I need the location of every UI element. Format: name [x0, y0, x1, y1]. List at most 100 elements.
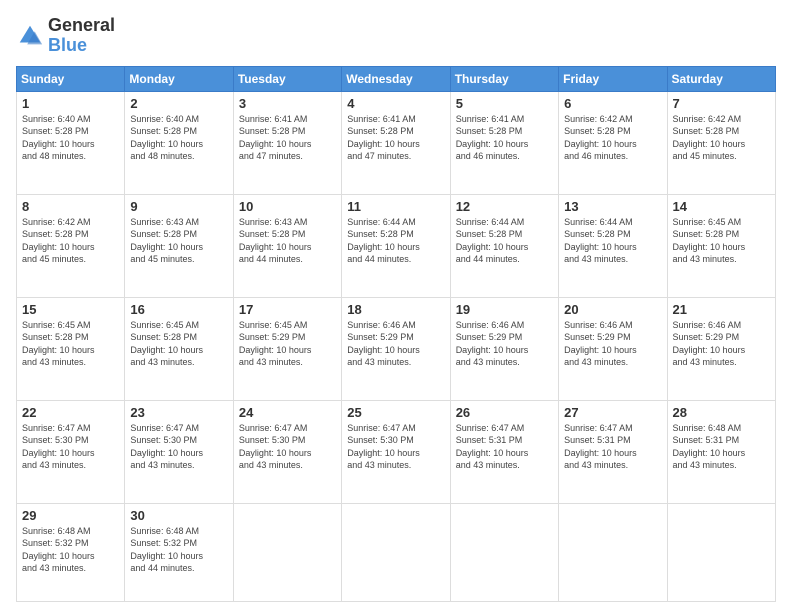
calendar-cell: 24 Sunrise: 6:47 AM Sunset: 5:30 PM Dayli…: [233, 400, 341, 503]
calendar-week-3: 15 Sunrise: 6:45 AM Sunset: 5:28 PM Dayli…: [17, 297, 776, 400]
day-number: 15: [22, 302, 119, 317]
calendar-table: SundayMondayTuesdayWednesdayThursdayFrid…: [16, 66, 776, 602]
calendar-header-friday: Friday: [559, 66, 667, 91]
day-info: Sunrise: 6:47 AM Sunset: 5:31 PM Dayligh…: [564, 422, 661, 472]
day-number: 20: [564, 302, 661, 317]
day-info: Sunrise: 6:47 AM Sunset: 5:31 PM Dayligh…: [456, 422, 553, 472]
calendar-cell: 11 Sunrise: 6:44 AM Sunset: 5:28 PM Dayli…: [342, 194, 450, 297]
calendar-week-5: 29 Sunrise: 6:48 AM Sunset: 5:32 PM Dayli…: [17, 503, 776, 601]
calendar-week-2: 8 Sunrise: 6:42 AM Sunset: 5:28 PM Daylig…: [17, 194, 776, 297]
calendar-cell: 5 Sunrise: 6:41 AM Sunset: 5:28 PM Daylig…: [450, 91, 558, 194]
day-number: 17: [239, 302, 336, 317]
calendar-cell: [667, 503, 775, 601]
calendar-header-row: SundayMondayTuesdayWednesdayThursdayFrid…: [17, 66, 776, 91]
day-number: 18: [347, 302, 444, 317]
day-number: 9: [130, 199, 227, 214]
day-info: Sunrise: 6:42 AM Sunset: 5:28 PM Dayligh…: [22, 216, 119, 266]
calendar-cell: 17 Sunrise: 6:45 AM Sunset: 5:29 PM Dayli…: [233, 297, 341, 400]
calendar-cell: 25 Sunrise: 6:47 AM Sunset: 5:30 PM Dayli…: [342, 400, 450, 503]
calendar-cell: 8 Sunrise: 6:42 AM Sunset: 5:28 PM Daylig…: [17, 194, 125, 297]
calendar-cell: 22 Sunrise: 6:47 AM Sunset: 5:30 PM Dayli…: [17, 400, 125, 503]
day-info: Sunrise: 6:43 AM Sunset: 5:28 PM Dayligh…: [130, 216, 227, 266]
calendar-header-sunday: Sunday: [17, 66, 125, 91]
day-number: 12: [456, 199, 553, 214]
day-info: Sunrise: 6:41 AM Sunset: 5:28 PM Dayligh…: [456, 113, 553, 163]
day-info: Sunrise: 6:47 AM Sunset: 5:30 PM Dayligh…: [22, 422, 119, 472]
calendar-cell: 12 Sunrise: 6:44 AM Sunset: 5:28 PM Dayli…: [450, 194, 558, 297]
day-number: 4: [347, 96, 444, 111]
day-info: Sunrise: 6:47 AM Sunset: 5:30 PM Dayligh…: [347, 422, 444, 472]
day-number: 13: [564, 199, 661, 214]
logo: General Blue: [16, 16, 115, 56]
day-number: 7: [673, 96, 770, 111]
calendar-header-tuesday: Tuesday: [233, 66, 341, 91]
calendar-cell: 2 Sunrise: 6:40 AM Sunset: 5:28 PM Daylig…: [125, 91, 233, 194]
calendar-cell: 10 Sunrise: 6:43 AM Sunset: 5:28 PM Dayli…: [233, 194, 341, 297]
day-number: 24: [239, 405, 336, 420]
day-number: 25: [347, 405, 444, 420]
calendar-cell: 13 Sunrise: 6:44 AM Sunset: 5:28 PM Dayli…: [559, 194, 667, 297]
calendar-header-thursday: Thursday: [450, 66, 558, 91]
day-number: 1: [22, 96, 119, 111]
day-info: Sunrise: 6:42 AM Sunset: 5:28 PM Dayligh…: [564, 113, 661, 163]
calendar-cell: 3 Sunrise: 6:41 AM Sunset: 5:28 PM Daylig…: [233, 91, 341, 194]
day-number: 3: [239, 96, 336, 111]
calendar-cell: 23Sunrise: 6:47 AM Sunset: 5:30 PM Dayli…: [125, 400, 233, 503]
calendar-cell: 1 Sunrise: 6:40 AM Sunset: 5:28 PM Daylig…: [17, 91, 125, 194]
day-number: 10: [239, 199, 336, 214]
day-number: 27: [564, 405, 661, 420]
day-info: Sunrise: 6:41 AM Sunset: 5:28 PM Dayligh…: [239, 113, 336, 163]
calendar-week-4: 22 Sunrise: 6:47 AM Sunset: 5:30 PM Dayli…: [17, 400, 776, 503]
day-info: Sunrise: 6:48 AM Sunset: 5:32 PM Dayligh…: [130, 525, 227, 575]
calendar-cell: [559, 503, 667, 601]
calendar-week-1: 1 Sunrise: 6:40 AM Sunset: 5:28 PM Daylig…: [17, 91, 776, 194]
day-info: Sunrise: 6:45 AM Sunset: 5:28 PM Dayligh…: [673, 216, 770, 266]
calendar-cell: 29Sunrise: 6:48 AM Sunset: 5:32 PM Dayli…: [17, 503, 125, 601]
calendar-cell: 4 Sunrise: 6:41 AM Sunset: 5:28 PM Daylig…: [342, 91, 450, 194]
header: General Blue: [16, 16, 776, 56]
calendar-cell: 7Sunrise: 6:42 AM Sunset: 5:28 PM Daylig…: [667, 91, 775, 194]
day-info: Sunrise: 6:44 AM Sunset: 5:28 PM Dayligh…: [347, 216, 444, 266]
day-info: Sunrise: 6:46 AM Sunset: 5:29 PM Dayligh…: [456, 319, 553, 369]
calendar-header-saturday: Saturday: [667, 66, 775, 91]
day-number: 26: [456, 405, 553, 420]
day-number: 11: [347, 199, 444, 214]
day-number: 29: [22, 508, 119, 523]
day-info: Sunrise: 6:43 AM Sunset: 5:28 PM Dayligh…: [239, 216, 336, 266]
day-number: 2: [130, 96, 227, 111]
logo-text: General Blue: [48, 16, 115, 56]
calendar-cell: 18 Sunrise: 6:46 AM Sunset: 5:29 PM Dayli…: [342, 297, 450, 400]
day-info: Sunrise: 6:41 AM Sunset: 5:28 PM Dayligh…: [347, 113, 444, 163]
day-number: 5: [456, 96, 553, 111]
calendar-cell: 19Sunrise: 6:46 AM Sunset: 5:29 PM Dayli…: [450, 297, 558, 400]
calendar-cell: 14 Sunrise: 6:45 AM Sunset: 5:28 PM Dayli…: [667, 194, 775, 297]
page: General Blue SundayMondayTuesdayWednesda…: [0, 0, 792, 612]
calendar-cell: [233, 503, 341, 601]
day-info: Sunrise: 6:44 AM Sunset: 5:28 PM Dayligh…: [564, 216, 661, 266]
day-number: 16: [130, 302, 227, 317]
calendar-cell: 6Sunrise: 6:42 AM Sunset: 5:28 PM Daylig…: [559, 91, 667, 194]
day-number: 23: [130, 405, 227, 420]
day-number: 14: [673, 199, 770, 214]
calendar-header-wednesday: Wednesday: [342, 66, 450, 91]
day-number: 8: [22, 199, 119, 214]
calendar-cell: 15 Sunrise: 6:45 AM Sunset: 5:28 PM Dayli…: [17, 297, 125, 400]
day-info: Sunrise: 6:47 AM Sunset: 5:30 PM Dayligh…: [239, 422, 336, 472]
day-number: 28: [673, 405, 770, 420]
calendar-cell: 28Sunrise: 6:48 AM Sunset: 5:31 PM Dayli…: [667, 400, 775, 503]
day-info: Sunrise: 6:46 AM Sunset: 5:29 PM Dayligh…: [564, 319, 661, 369]
day-info: Sunrise: 6:46 AM Sunset: 5:29 PM Dayligh…: [347, 319, 444, 369]
day-info: Sunrise: 6:40 AM Sunset: 5:28 PM Dayligh…: [130, 113, 227, 163]
day-info: Sunrise: 6:45 AM Sunset: 5:28 PM Dayligh…: [130, 319, 227, 369]
day-info: Sunrise: 6:44 AM Sunset: 5:28 PM Dayligh…: [456, 216, 553, 266]
day-info: Sunrise: 6:45 AM Sunset: 5:28 PM Dayligh…: [22, 319, 119, 369]
calendar-cell: [342, 503, 450, 601]
calendar-cell: 21Sunrise: 6:46 AM Sunset: 5:29 PM Dayli…: [667, 297, 775, 400]
day-info: Sunrise: 6:46 AM Sunset: 5:29 PM Dayligh…: [673, 319, 770, 369]
calendar-cell: 9 Sunrise: 6:43 AM Sunset: 5:28 PM Daylig…: [125, 194, 233, 297]
day-info: Sunrise: 6:45 AM Sunset: 5:29 PM Dayligh…: [239, 319, 336, 369]
day-number: 22: [22, 405, 119, 420]
day-info: Sunrise: 6:40 AM Sunset: 5:28 PM Dayligh…: [22, 113, 119, 163]
calendar-cell: 20 Sunrise: 6:46 AM Sunset: 5:29 PM Dayli…: [559, 297, 667, 400]
calendar-cell: 27 Sunrise: 6:47 AM Sunset: 5:31 PM Dayli…: [559, 400, 667, 503]
